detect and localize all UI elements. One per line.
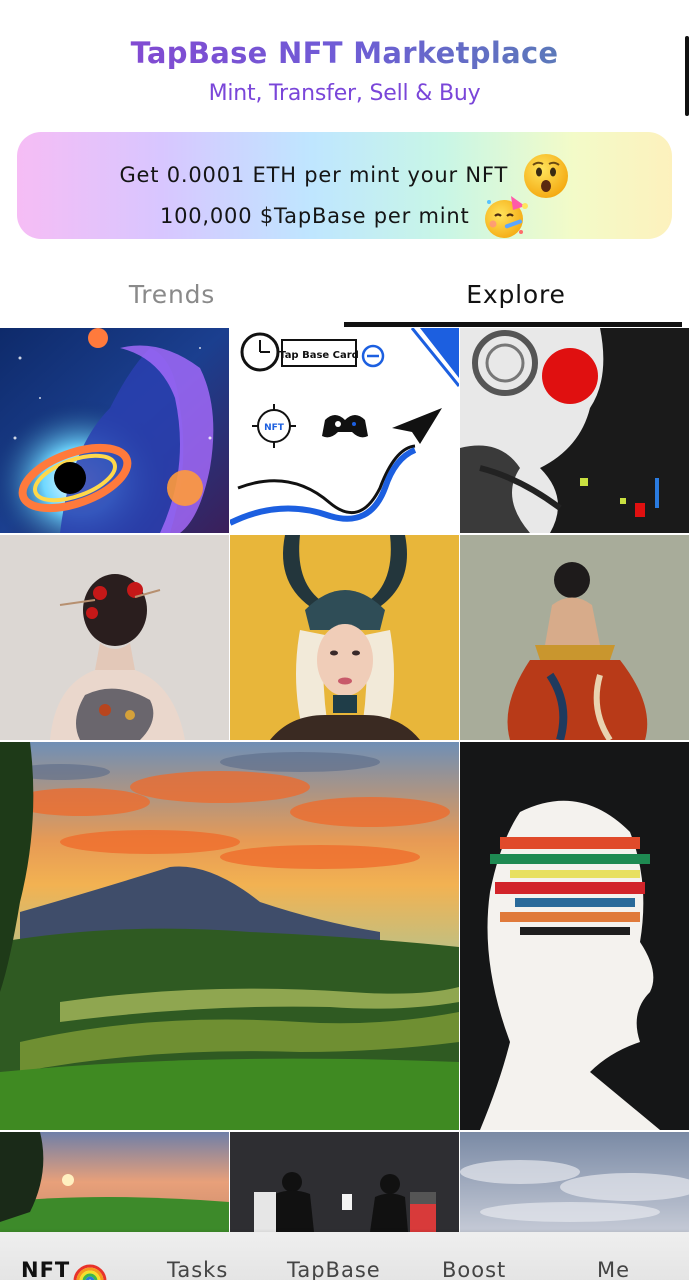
banner-eth-text: Get 0.0001 ETH per mint your NFT: [119, 163, 509, 187]
nav-item-tasks[interactable]: Tasks: [167, 1258, 228, 1280]
nft-badge-text: NFT: [264, 423, 285, 433]
nft-tile-mountain-rice-terrace[interactable]: [0, 742, 459, 1130]
tab-active-indicator: [344, 322, 682, 327]
nft-tile-abstract-red-sun[interactable]: [460, 328, 689, 533]
nft-tile-glitch-head[interactable]: [460, 742, 689, 1130]
rainbow-icon: [73, 1253, 107, 1280]
nft-tile-cloudy-sky[interactable]: [460, 1132, 689, 1232]
nft-tile-tapbase-card[interactable]: Tap Base Card NFT: [230, 328, 459, 533]
gallery-tabs: Trends Explore: [0, 262, 689, 328]
bottom-navigation: NFT Tasks TapBase Boost Me: [0, 1232, 689, 1280]
page-title: TapBase NFT Marketplace: [0, 36, 689, 70]
page-header: TapBase NFT Marketplace Mint, Transfer, …: [0, 0, 689, 128]
nft-tile-viking-helmet-woman[interactable]: [230, 535, 459, 740]
nft-tile-kimono-woman[interactable]: [460, 535, 689, 740]
tab-explore[interactable]: Explore: [344, 280, 688, 309]
banner-line-tapbase: 100,000 $TapBase per mint: [17, 194, 672, 240]
nft-tile-silhouette-delivery[interactable]: [230, 1132, 459, 1232]
mint-reward-banner[interactable]: Get 0.0001 ETH per mint your NFT 100,000…: [17, 132, 672, 239]
astonished-face-icon: [522, 152, 570, 200]
nav-item-nft[interactable]: NFT: [21, 1258, 70, 1280]
nft-tile-geisha-back[interactable]: [0, 535, 229, 740]
nav-item-me[interactable]: Me: [597, 1258, 630, 1280]
tab-trends[interactable]: Trends: [0, 280, 344, 309]
banner-tapbase-text: 100,000 $TapBase per mint: [159, 204, 470, 228]
page-subtitle: Mint, Transfer, Sell & Buy: [208, 81, 481, 106]
banner-line-eth: Get 0.0001 ETH per mint your NFT: [17, 152, 672, 200]
nav-item-boost[interactable]: Boost: [442, 1258, 506, 1280]
nft-gallery-grid: Tap Base Card NFT: [0, 328, 689, 1232]
nft-tile-cosmic-woman[interactable]: [0, 328, 229, 533]
nav-item-tapbase[interactable]: TapBase: [287, 1258, 381, 1280]
nft-tile-sunset-field[interactable]: [0, 1132, 229, 1232]
tapbase-card-label: Tap Base Card: [279, 350, 359, 361]
party-face-icon: [483, 194, 529, 240]
